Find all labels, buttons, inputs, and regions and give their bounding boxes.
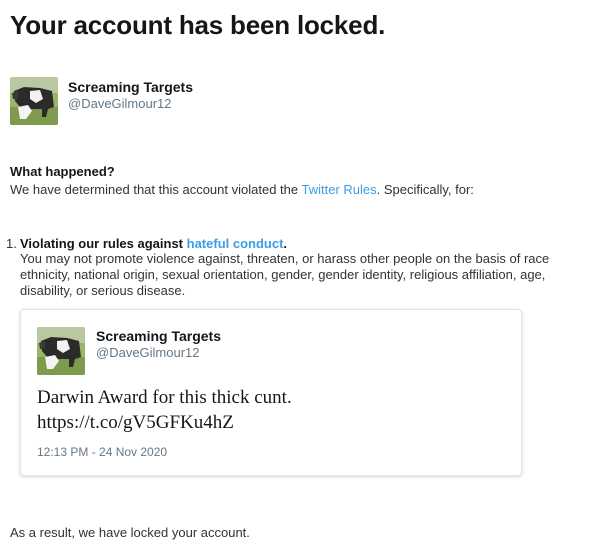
tweet-text-line: Darwin Award for this thick cunt. bbox=[37, 387, 292, 408]
tweet-author-handle: @DaveGilmour12 bbox=[96, 345, 200, 360]
violation-number: 1. bbox=[6, 236, 17, 251]
violation-heading-text: Violating our rules against bbox=[20, 236, 187, 251]
tweet-timestamp: 12:13 PM - 24 Nov 2020 bbox=[37, 445, 168, 459]
hateful-conduct-link[interactable]: hateful conduct bbox=[187, 236, 284, 251]
account-handle: @DaveGilmour12 bbox=[68, 96, 172, 111]
violation-summary-text: We have determined that this account vio… bbox=[10, 182, 302, 197]
avatar[interactable] bbox=[10, 77, 58, 125]
twitter-rules-link[interactable]: Twitter Rules bbox=[301, 182, 376, 197]
page-title: Your account has been locked. bbox=[10, 10, 386, 40]
what-happened-heading: What happened? bbox=[10, 164, 115, 179]
violation-description: You may not promote violence against, th… bbox=[20, 251, 550, 298]
tweet-avatar[interactable] bbox=[37, 327, 85, 375]
account-name: Screaming Targets bbox=[68, 79, 194, 95]
tweet-text: Darwin Award for this thick cunt. https:… bbox=[37, 385, 507, 435]
tweet-link[interactable]: https://t.co/gV5GFKu4hZ bbox=[37, 410, 507, 435]
violation-summary: We have determined that this account vio… bbox=[10, 182, 474, 197]
result-text: As a result, we have locked your account… bbox=[10, 525, 250, 540]
tweet-author-name: Screaming Targets bbox=[96, 328, 222, 344]
tweet-card[interactable]: Screaming Targets @DaveGilmour12 Darwin … bbox=[20, 309, 522, 476]
violation-heading: Violating our rules against hateful cond… bbox=[20, 236, 287, 251]
violation-heading-suffix: . bbox=[283, 236, 288, 251]
violation-summary-suffix: . Specifically, for: bbox=[376, 182, 474, 197]
